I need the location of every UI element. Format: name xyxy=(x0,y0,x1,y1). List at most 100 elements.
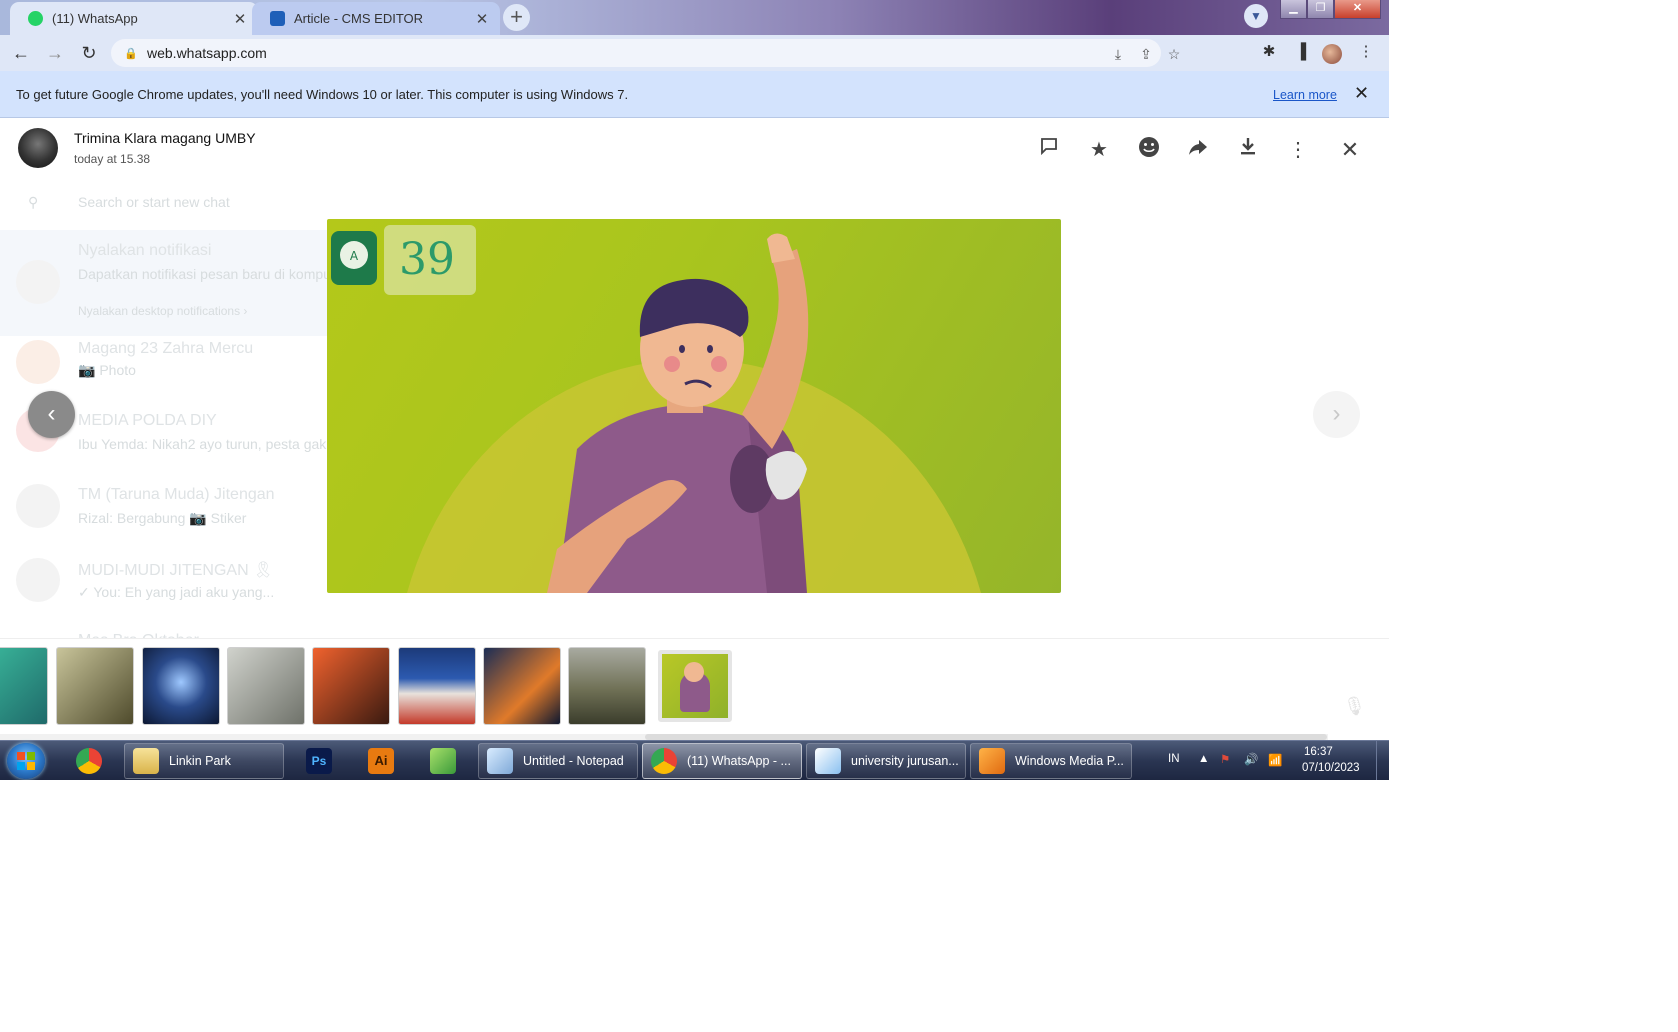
thumb-dancer[interactable] xyxy=(483,647,561,725)
taskbar-whatsapp-chrome[interactable]: (11) WhatsApp - ... xyxy=(642,743,802,779)
university-logo: A xyxy=(331,231,377,285)
sender-name: Trimina Klara magang UMBY xyxy=(74,130,256,146)
taskbar-media-player[interactable]: Windows Media P... xyxy=(970,743,1132,779)
profile-avatar[interactable] xyxy=(1322,44,1342,64)
address-bar[interactable]: 🔒 web.whatsapp.com ⤓ ⇪ ☆ xyxy=(111,39,1180,67)
react-button[interactable] xyxy=(1135,136,1163,164)
chat-avatar xyxy=(16,558,60,602)
update-infobar: To get future Google Chrome updates, you… xyxy=(0,71,1389,118)
taskbar-photoshop[interactable]: Ps xyxy=(298,743,342,779)
minimize-button[interactable]: ▁ xyxy=(1280,0,1307,19)
language-indicator[interactable]: IN xyxy=(1168,753,1180,765)
tab-whatsapp[interactable]: (11) WhatsApp ✕ xyxy=(10,2,258,35)
show-desktop-button[interactable] xyxy=(1376,741,1389,780)
media-viewer-header: Trimina Klara magang UMBY today at 15.38… xyxy=(0,118,1389,178)
search-icon: ⚲ xyxy=(28,194,39,210)
chat-subtitle: ✓ You: Eh yang jadi aku yang... xyxy=(78,584,275,600)
taskbar-illustrator[interactable]: Ai xyxy=(360,743,404,779)
forward-icon xyxy=(1189,140,1207,155)
thumb-store[interactable] xyxy=(398,647,476,725)
install-app-icon[interactable]: ⤓ xyxy=(1108,44,1128,64)
tab-search-button[interactable]: ▼ xyxy=(1244,4,1268,28)
infobar-close-icon[interactable]: ✕ xyxy=(1354,83,1369,104)
taskbar-label: Linkin Park xyxy=(169,754,231,768)
taskbar-label: (11) WhatsApp - ... xyxy=(687,754,791,768)
close-tab-icon[interactable]: ✕ xyxy=(232,10,248,28)
chrome-menu-button[interactable]: ⋮ xyxy=(1353,39,1379,65)
reload-icon: ↻ xyxy=(81,43,97,63)
whatsapp-icon xyxy=(28,11,43,26)
star-icon: ★ xyxy=(1090,139,1108,161)
tab-title: Article - CMS EDITOR xyxy=(294,11,424,26)
window-controls: ▁ ❐ ✕ xyxy=(1280,0,1381,19)
close-icon: ✕ xyxy=(1340,137,1360,162)
taskbar-label: university jurusan... xyxy=(851,754,959,768)
side-panel-button[interactable]: ▐ xyxy=(1288,39,1314,65)
lock-icon: 🔒 xyxy=(124,47,138,60)
download-button[interactable] xyxy=(1234,136,1262,164)
taskbar-green-app[interactable] xyxy=(422,743,466,779)
chat-avatar xyxy=(16,260,60,304)
thumb-building[interactable] xyxy=(568,647,646,725)
anniversary-logo: 39 xyxy=(384,225,476,295)
taskbar-linkin-park[interactable]: Linkin Park xyxy=(124,743,284,779)
chat-title: TM (Taruna Muda) Jitengan xyxy=(78,486,275,503)
thumb-phone-app[interactable] xyxy=(312,647,390,725)
clock-time[interactable]: 16:37 xyxy=(1304,746,1333,758)
volume-icon[interactable]: 🔊 xyxy=(1244,752,1258,766)
cms-icon xyxy=(270,11,285,26)
show-hidden-icons[interactable]: ▲ xyxy=(1198,753,1209,765)
chat-extra: Nyalakan desktop notifications › xyxy=(78,304,248,318)
tab-strip: (11) WhatsApp ✕ Article - CMS EDITOR ✕ +… xyxy=(0,0,1389,35)
folder-icon xyxy=(133,748,159,774)
chat-title: Nyalakan notifikasi xyxy=(78,242,212,259)
taskbar-notepad[interactable]: Untitled - Notepad xyxy=(478,743,638,779)
start-button[interactable] xyxy=(7,743,45,779)
arrow-left-icon: ← xyxy=(12,43,30,63)
tab-title: (11) WhatsApp xyxy=(52,11,138,26)
previous-media-button[interactable]: ‹ xyxy=(28,391,75,438)
share-icon[interactable]: ⇪ xyxy=(1136,44,1156,64)
reply-button[interactable] xyxy=(1035,136,1063,164)
star-button[interactable]: ★ xyxy=(1085,136,1113,164)
taskbar-chrome[interactable] xyxy=(68,743,112,779)
svg-text:39: 39 xyxy=(399,234,455,285)
thumb-fireworks[interactable] xyxy=(142,647,220,725)
taskbar-paint[interactable]: university jurusan... xyxy=(806,743,966,779)
svg-text:A: A xyxy=(350,249,359,263)
forward-button[interactable]: → xyxy=(42,40,68,66)
thumb-cables[interactable] xyxy=(0,647,48,725)
emoji-icon xyxy=(1139,137,1159,157)
window-close-button[interactable]: ✕ xyxy=(1334,0,1381,19)
illustrator-icon: Ai xyxy=(368,748,394,774)
clock-date[interactable]: 07/10/2023 xyxy=(1302,762,1360,774)
maximize-button[interactable]: ❐ xyxy=(1307,0,1334,19)
thumb-sweating-man[interactable] xyxy=(658,650,732,722)
browser-toolbar: ← → ↻ 🔒 web.whatsapp.com ⤓ ⇪ ☆ ✱ ▐ ⋮ xyxy=(0,35,1389,71)
action-center-icon[interactable]: ⚑ xyxy=(1220,752,1230,766)
back-button[interactable]: ← xyxy=(8,40,34,66)
thumb-couple[interactable] xyxy=(227,647,305,725)
menu-button[interactable]: ⋮ xyxy=(1284,136,1312,164)
chat-title: MUDI-MUDI JITENGAN 🎗 xyxy=(78,562,274,579)
reply-icon xyxy=(1041,138,1057,156)
sender-avatar[interactable] xyxy=(18,128,58,168)
close-tab-icon[interactable]: ✕ xyxy=(474,10,490,28)
reload-button[interactable]: ↻ xyxy=(76,40,102,66)
extensions-button[interactable]: ✱ xyxy=(1256,39,1282,65)
side-panel-icon: ▐ xyxy=(1295,43,1307,60)
forward-button[interactable] xyxy=(1184,136,1212,164)
close-viewer-button[interactable]: ✕ xyxy=(1336,136,1364,164)
new-tab-button[interactable]: + xyxy=(503,4,530,31)
bookmark-star-icon[interactable]: ☆ xyxy=(1164,44,1184,64)
tab-cms-editor[interactable]: Article - CMS EDITOR ✕ xyxy=(252,2,500,35)
menu-icon: ⋮ xyxy=(1288,139,1308,161)
infobar-message: To get future Google Chrome updates, you… xyxy=(16,87,629,102)
network-icon[interactable]: 📶 xyxy=(1268,753,1282,767)
chrome-icon xyxy=(651,748,677,774)
windows-logo-icon xyxy=(17,752,35,770)
thumb-model[interactable] xyxy=(56,647,134,725)
taskbar-label: Windows Media P... xyxy=(1015,754,1124,768)
learn-more-link[interactable]: Learn more xyxy=(1273,88,1337,102)
next-media-button[interactable]: › xyxy=(1313,391,1360,438)
